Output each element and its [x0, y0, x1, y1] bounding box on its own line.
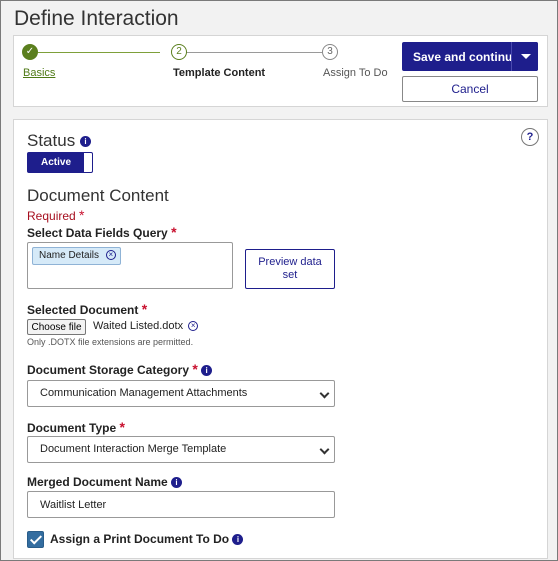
- document-type-value: Document Interaction Merge Template: [40, 443, 227, 455]
- info-icon[interactable]: i: [201, 365, 213, 377]
- print-document-checkbox[interactable]: [27, 531, 44, 548]
- chevron-down-icon: [319, 388, 330, 399]
- required-asterisk: *: [79, 207, 85, 223]
- print-document-label-text: Assign a Print Document To Do: [50, 532, 230, 546]
- required-asterisk: *: [192, 361, 198, 377]
- remove-file-icon[interactable]: ×: [188, 321, 199, 332]
- cancel-button[interactable]: Cancel: [402, 76, 538, 102]
- info-icon[interactable]: i: [171, 477, 183, 489]
- document-type-label: Document Type *: [27, 419, 125, 435]
- status-toggle[interactable]: Active: [27, 152, 93, 173]
- selected-document-label-text: Selected Document: [27, 303, 139, 317]
- required-note: Required *: [27, 207, 85, 223]
- query-chip-label: Name Details: [39, 250, 100, 261]
- merged-name-label-text: Merged Document Name: [27, 475, 168, 489]
- chevron-down-icon: [319, 444, 330, 455]
- template-content-form: Status i ? Active Document Content Requi…: [13, 119, 548, 559]
- save-options-dropdown[interactable]: [511, 42, 538, 71]
- preview-data-set-button[interactable]: Preview data set: [245, 249, 335, 289]
- document-type-select[interactable]: Document Interaction Merge Template: [27, 436, 335, 463]
- storage-category-select[interactable]: Communication Management Attachments: [27, 380, 335, 407]
- storage-category-label: Document Storage Category * i: [27, 361, 213, 377]
- document-content-title: Document Content: [27, 186, 169, 205]
- step-assign-to-do: Assign To Do: [323, 67, 388, 79]
- step-complete-check-icon: ✓: [22, 44, 38, 60]
- selected-file: Waited Listed.dotx ×: [93, 320, 199, 332]
- window-frame: Define Interaction ✓ 2 3 Basics Template…: [0, 0, 558, 561]
- caret-down-icon: [521, 54, 531, 59]
- status-section-title: Status i: [27, 131, 91, 151]
- required-text: Required: [27, 209, 76, 223]
- query-chip: Name Details ×: [32, 247, 121, 265]
- merged-name-label: Merged Document Name i: [27, 475, 183, 489]
- print-document-label: Assign a Print Document To Do i: [50, 532, 244, 546]
- document-type-label-text: Document Type: [27, 421, 117, 435]
- step-connector: [38, 52, 160, 53]
- data-fields-query-input[interactable]: Name Details ×: [27, 242, 233, 289]
- merged-document-name-input[interactable]: [27, 491, 335, 518]
- status-toggle-label: Active: [28, 153, 84, 172]
- remove-chip-icon[interactable]: ×: [105, 250, 116, 261]
- choose-file-button[interactable]: Choose file: [27, 319, 86, 335]
- page-title: Define Interaction: [14, 7, 179, 30]
- wizard-header: ✓ 2 3 Basics Template Content Assign To …: [13, 35, 548, 107]
- step-2-circle: 2: [171, 44, 187, 60]
- storage-category-value: Communication Management Attachments: [40, 387, 248, 399]
- required-asterisk: *: [141, 301, 148, 317]
- required-asterisk: *: [171, 224, 177, 240]
- query-label-text: Select Data Fields Query: [27, 226, 168, 240]
- step-connector: [186, 52, 322, 53]
- file-extension-hint: Only .DOTX file extensions are permitted…: [27, 337, 194, 347]
- file-name: Waited Listed.dotx: [93, 320, 184, 332]
- storage-category-label-text: Document Storage Category: [27, 363, 190, 377]
- step-template-content: Template Content: [173, 67, 266, 79]
- help-icon[interactable]: ?: [521, 128, 539, 146]
- info-icon[interactable]: i: [232, 534, 244, 546]
- step-basics-link[interactable]: Basics: [23, 67, 55, 79]
- info-icon[interactable]: i: [79, 136, 91, 148]
- query-label: Select Data Fields Query *: [27, 224, 177, 240]
- selected-document-label: Selected Document *: [27, 301, 147, 317]
- step-3-circle: 3: [322, 44, 338, 60]
- required-asterisk: *: [119, 419, 125, 435]
- status-title-text: Status: [27, 131, 76, 150]
